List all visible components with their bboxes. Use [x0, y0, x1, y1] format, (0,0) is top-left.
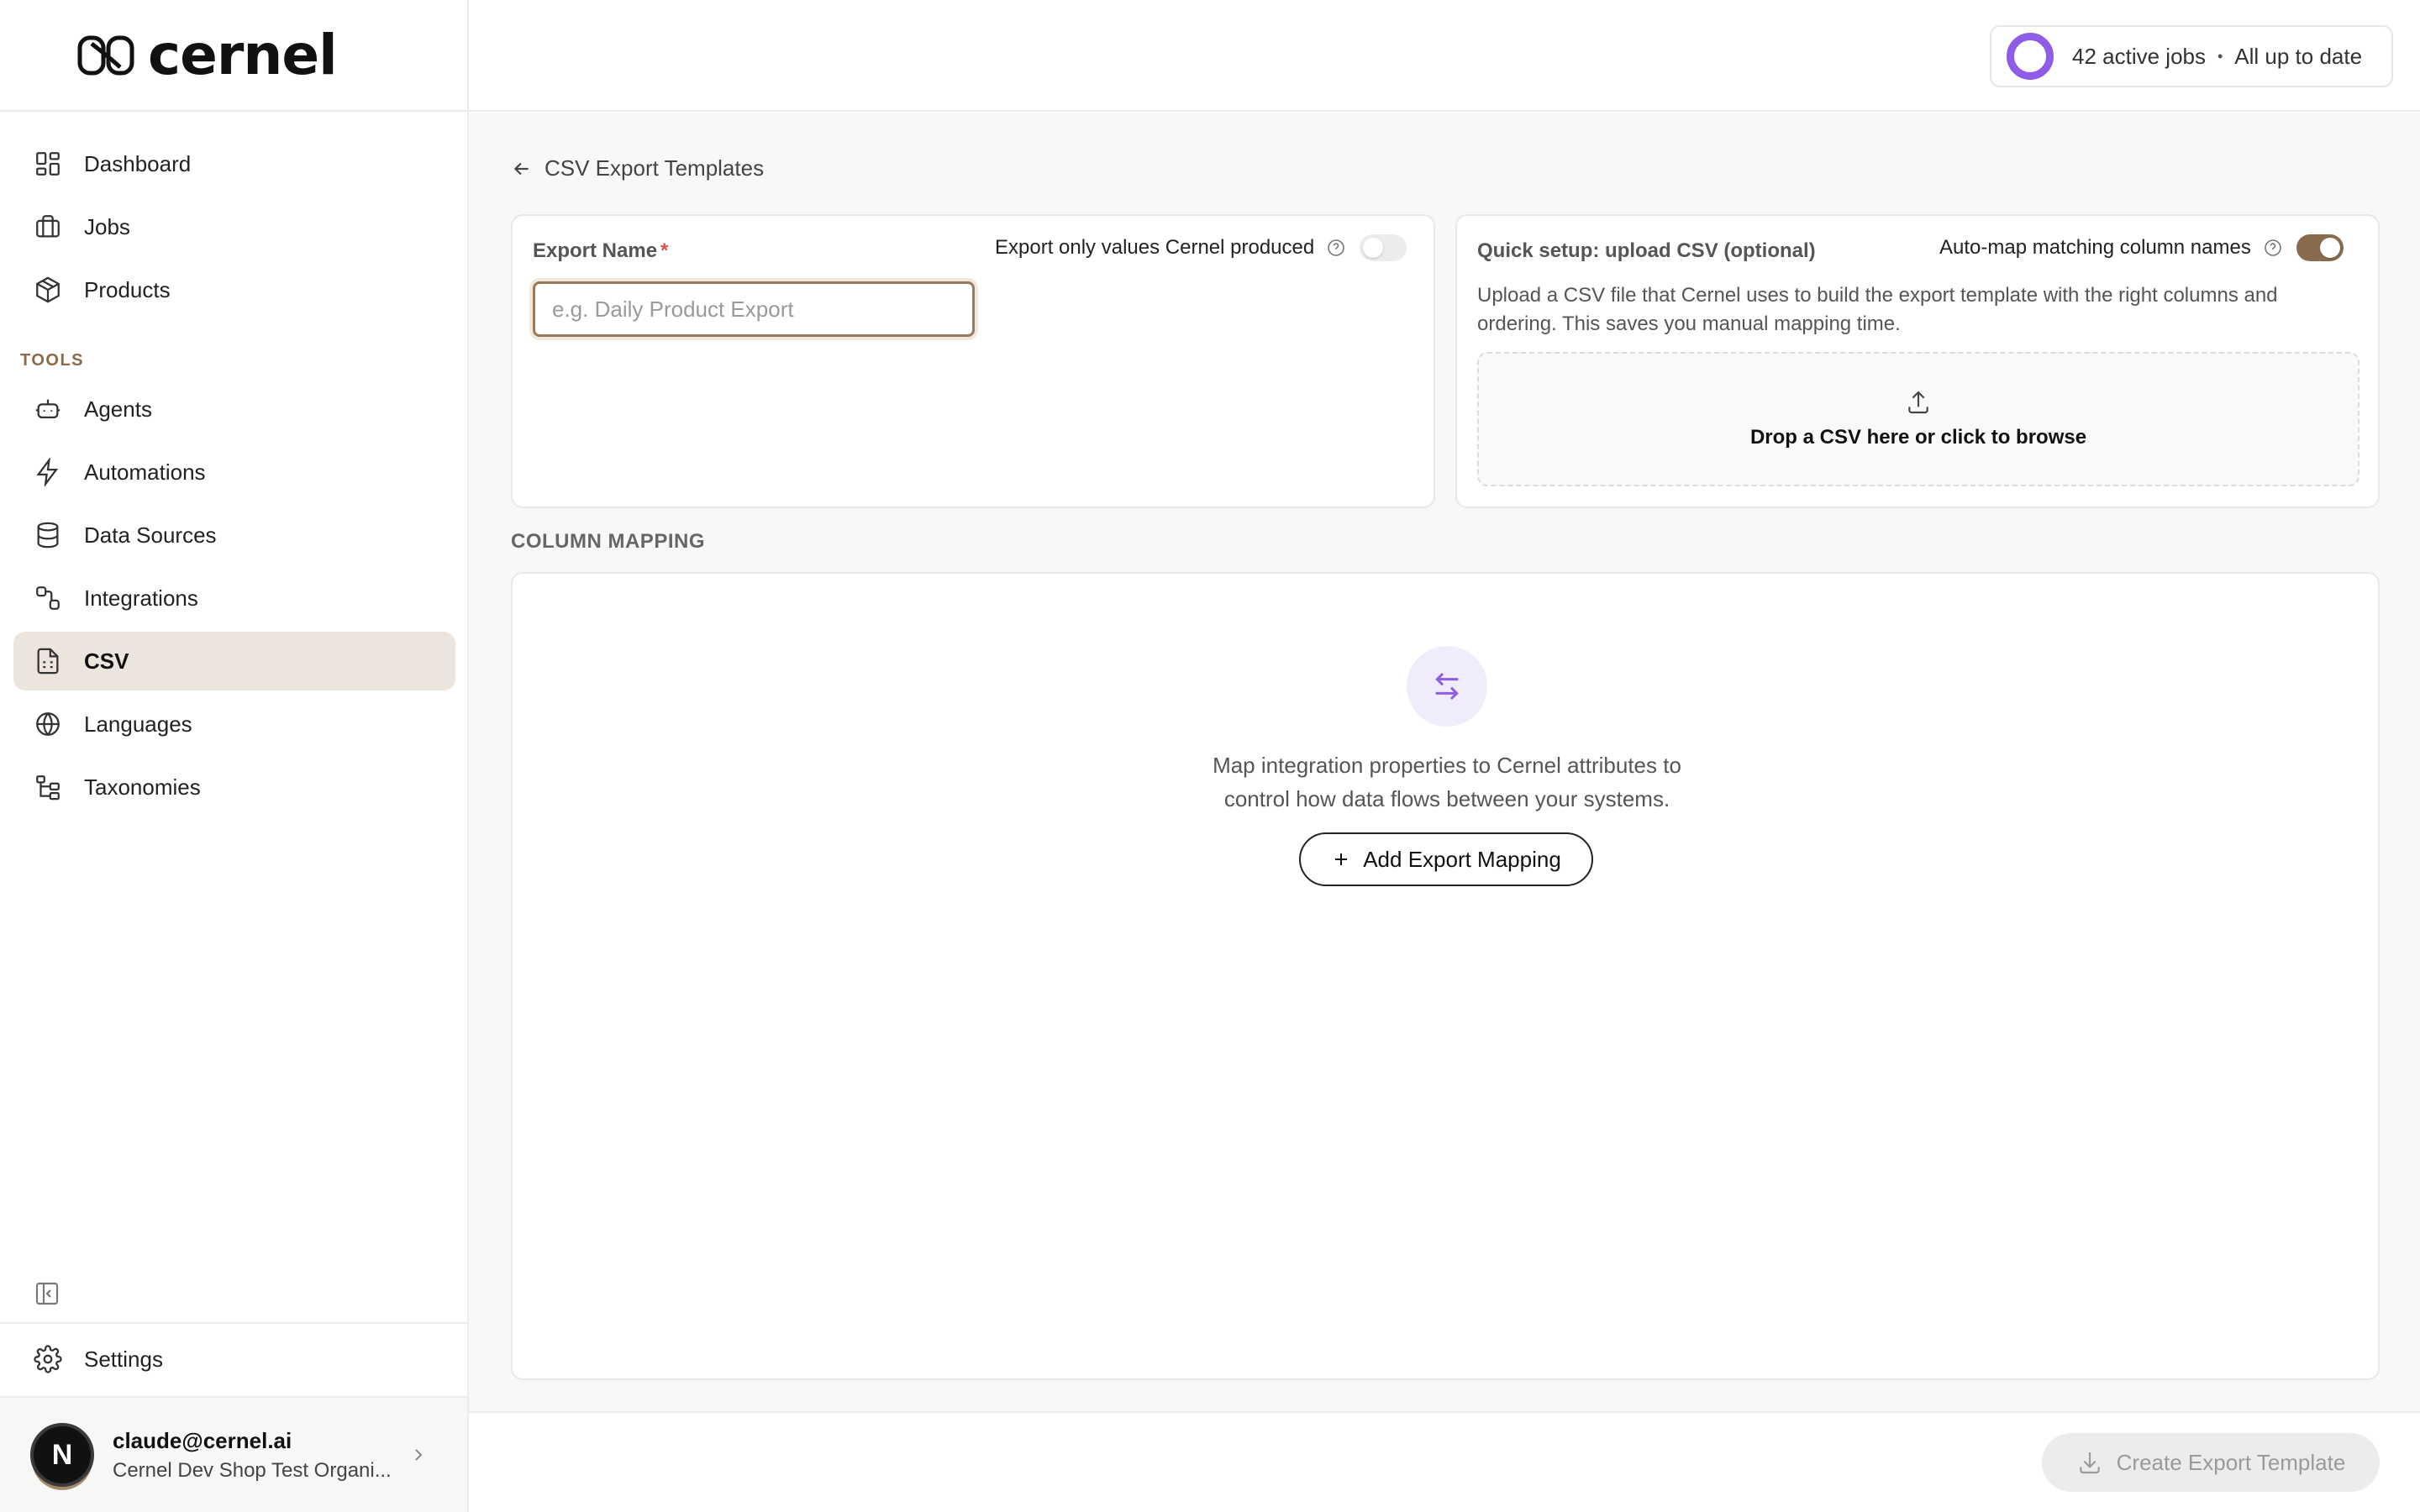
toggle-knob: [1363, 238, 1384, 258]
active-jobs-count: 42 active jobs: [2072, 43, 2206, 69]
sidebar-item-label: Dashboard: [84, 150, 192, 176]
export-only-row: Export only values Cernel produced: [995, 234, 1407, 261]
export-name-input[interactable]: [533, 281, 975, 337]
sidebar-item-label: Agents: [84, 396, 152, 422]
chevron-right-icon: [415, 1449, 423, 1461]
separator-dot: •: [2217, 47, 2223, 65]
user-email: claude@cernel.ai: [113, 1427, 292, 1453]
arrow-left-icon: [513, 162, 529, 175]
footer-bar: Create Export Template: [469, 1411, 2420, 1512]
toggle-knob: [2319, 238, 2340, 258]
mapping-empty-line-1: Map integration properties to Cernel att…: [1213, 753, 1681, 778]
sidebar-item-taxonomies[interactable]: Taxonomies: [13, 758, 455, 816]
automap-toggle[interactable]: [2296, 234, 2344, 261]
export-name-label: Export Name *: [533, 239, 668, 263]
sidebar-item-agents[interactable]: Agents: [13, 380, 455, 438]
database-icon: [34, 521, 62, 549]
quick-setup-title: Quick setup: upload CSV (optional): [1477, 239, 1816, 262]
collapse-sidebar-icon[interactable]: [34, 1280, 60, 1307]
sidebar-item-automations[interactable]: Automations: [13, 443, 455, 501]
sidebar-item-languages[interactable]: Languages: [13, 695, 455, 753]
create-export-template-button[interactable]: Create Export Template: [2042, 1433, 2380, 1492]
active-jobs-indicator[interactable]: 42 active jobs • All up to date: [1990, 25, 2393, 87]
plus-icon: [1335, 853, 1348, 865]
export-name-card: Export Name* Export only values Cernel p…: [511, 214, 1435, 508]
tools-section-label: TOOLS: [20, 351, 85, 370]
quick-setup-description: Upload a CSV file that Cernel uses to bu…: [1477, 284, 2278, 335]
export-name-label-text: Export Name: [533, 239, 658, 262]
sidebar-item-settings[interactable]: Settings: [13, 1330, 455, 1389]
sidebar-item-label: CSV: [84, 648, 129, 674]
help-icon[interactable]: [1326, 238, 1346, 258]
quick-setup-card: Quick setup: upload CSV (optional) Auto-…: [1455, 214, 2380, 508]
automap-row: Auto-map matching column names: [1939, 234, 2344, 261]
cernel-logo-mark-icon: [77, 35, 134, 75]
mapping-empty-text: Map integration properties to Cernel att…: [1111, 748, 1783, 816]
gear-icon: [34, 1345, 62, 1373]
settings-divider: [0, 1322, 467, 1324]
download-icon: [2079, 1452, 2100, 1474]
column-mapping-heading: COLUMN MAPPING: [511, 530, 705, 553]
sidebar-item-label: Data Sources: [84, 522, 217, 548]
mapping-empty-line-2: control how data flows between your syst…: [1223, 786, 1670, 811]
dropzone-text: Drop a CSV here or click to browse: [1749, 426, 2087, 449]
sidebar-item-csv[interactable]: CSV: [13, 632, 455, 690]
taxonomy-icon: [34, 773, 62, 801]
sidebar-item-dashboard[interactable]: Dashboard: [13, 134, 455, 193]
sidebar-item-label: Languages: [84, 711, 192, 737]
automap-label: Auto-map matching column names: [1939, 236, 2251, 259]
sidebar-item-integrations[interactable]: Integrations: [13, 569, 455, 627]
mapping-icon-circle: [1407, 646, 1487, 727]
export-only-toggle[interactable]: [1360, 234, 1407, 261]
bot-icon: [34, 395, 62, 423]
swap-arrows-icon: [1435, 672, 1459, 701]
top-bar: 42 active jobs • All up to date: [469, 0, 2420, 112]
settings-label: Settings: [84, 1346, 163, 1372]
sidebar-item-label: Jobs: [84, 213, 130, 239]
add-export-mapping-label: Add Export Mapping: [1363, 846, 1561, 872]
required-marker: *: [660, 239, 669, 262]
package-icon: [34, 276, 62, 304]
sidebar-item-data-sources[interactable]: Data Sources: [13, 506, 455, 564]
sidebar: cernel Dashboard Jobs Products TOOLS Age…: [0, 0, 469, 1512]
sidebar-item-label: Taxonomies: [84, 774, 201, 800]
back-link-label: CSV Export Templates: [544, 155, 765, 181]
sidebar-item-label: Automations: [84, 459, 206, 485]
sidebar-item-label: Products: [84, 276, 171, 302]
integrations-icon: [34, 584, 62, 612]
column-mapping-card: Map integration properties to Cernel att…: [511, 572, 2380, 1380]
export-only-label: Export only values Cernel produced: [995, 236, 1315, 259]
sidebar-item-jobs[interactable]: Jobs: [13, 197, 455, 256]
add-export-mapping-button[interactable]: Add Export Mapping: [1299, 832, 1593, 886]
globe-icon: [34, 710, 62, 738]
create-export-template-label: Create Export Template: [2116, 1449, 2346, 1475]
logo[interactable]: cernel: [0, 0, 467, 112]
main-content: CSV Export Templates Export Name* Export…: [469, 113, 2420, 1411]
user-org: Cernel Dev Shop Test Organi...: [113, 1458, 392, 1482]
csv-dropzone[interactable]: Drop a CSV here or click to browse: [1477, 352, 2360, 486]
jobs-progress-ring-icon: [2007, 33, 2054, 80]
user-menu[interactable]: N claude@cernel.ai Cernel Dev Shop Test …: [0, 1396, 467, 1512]
upload-icon: [1908, 391, 1928, 414]
avatar: N: [30, 1423, 94, 1487]
lightning-icon: [34, 458, 62, 486]
help-icon[interactable]: [2263, 238, 2283, 258]
sidebar-item-label: Integrations: [84, 585, 198, 611]
sidebar-item-products[interactable]: Products: [13, 260, 455, 319]
csv-file-icon: [34, 647, 62, 675]
logo-text: cernel: [148, 22, 338, 87]
dashboard-icon: [34, 150, 62, 178]
back-to-csv-templates-link[interactable]: CSV Export Templates: [511, 155, 764, 181]
briefcase-icon: [34, 213, 62, 241]
jobs-status: All up to date: [2234, 43, 2363, 69]
